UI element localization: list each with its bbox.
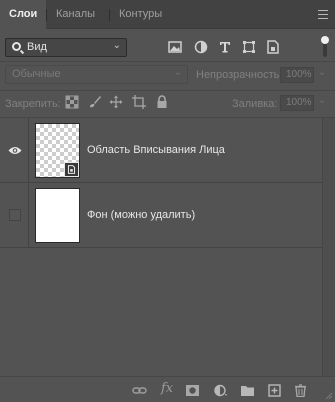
lock-position-icon[interactable] <box>109 95 123 109</box>
divider <box>0 61 335 62</box>
visibility-off-box[interactable] <box>9 209 21 221</box>
chevron-down-icon: ⌄ <box>173 67 182 78</box>
new-layer-icon[interactable] <box>267 384 282 397</box>
chevron-down-icon: ⌄ <box>112 40 121 51</box>
delete-layer-icon[interactable] <box>293 384 308 397</box>
layer-style-fx-icon[interactable]: fx <box>161 381 173 396</box>
opacity-label: Непрозрачность: <box>196 69 283 81</box>
adjustment-layer-filter-icon[interactable] <box>193 39 209 55</box>
smart-object-filter-icon[interactable] <box>265 39 281 55</box>
visibility-cell[interactable] <box>0 118 29 182</box>
tab-paths[interactable]: Контуры <box>110 0 171 29</box>
visibility-cell[interactable] <box>0 183 29 247</box>
panel-menu-icon[interactable] <box>318 10 328 19</box>
layers-bottom-toolbar: fx <box>0 376 335 402</box>
opacity-input[interactable]: 100% <box>280 67 314 83</box>
tab-channels[interactable]: Каналы <box>47 0 104 29</box>
tab-layers[interactable]: Слои <box>0 0 47 30</box>
layers-list: Область Вписывания Лица Фон (можно удали… <box>0 118 322 376</box>
resize-grip-icon[interactable] <box>325 392 333 400</box>
divider <box>0 90 335 91</box>
lock-label: Закрепить: <box>5 98 61 110</box>
add-mask-icon[interactable] <box>185 384 200 397</box>
fill-input[interactable]: 100% <box>280 95 314 111</box>
pixel-layer-filter-icon[interactable] <box>167 39 183 55</box>
lock-artboard-icon[interactable] <box>132 95 146 109</box>
new-adjustment-layer-icon[interactable] <box>213 384 228 397</box>
shape-layer-filter-icon[interactable] <box>241 39 257 55</box>
layer-filter-select[interactable]: Вид ⌄ <box>5 38 127 57</box>
layer-filter-label: Вид <box>27 41 47 53</box>
blend-mode-value: Обычные <box>12 68 61 80</box>
lock-transparent-pixels-icon[interactable] <box>65 95 79 109</box>
lock-image-pixels-icon[interactable] <box>88 95 102 109</box>
layers-scrollbar[interactable] <box>322 118 335 376</box>
panel-tab-bar: Слои Каналы Контуры <box>0 0 335 30</box>
layer-thumbnail <box>35 188 80 243</box>
layer-row[interactable]: Область Вписывания Лица <box>0 118 322 183</box>
layer-row[interactable]: Фон (можно удалить) <box>0 183 322 248</box>
filter-toggle-switch[interactable] <box>321 36 329 57</box>
link-layers-icon[interactable] <box>132 384 147 397</box>
filter-toggle-knob <box>321 36 329 44</box>
layer-name[interactable]: Область Вписывания Лица <box>87 144 225 156</box>
new-group-folder-icon[interactable] <box>240 384 255 397</box>
eye-icon[interactable] <box>8 146 22 155</box>
smart-object-badge-icon <box>64 162 79 177</box>
layer-name[interactable]: Фон (можно удалить) <box>87 209 195 221</box>
lock-all-icon[interactable] <box>155 95 169 109</box>
blend-mode-select[interactable]: Обычные ⌄ <box>5 65 188 84</box>
type-layer-filter-icon[interactable] <box>217 39 233 55</box>
fill-label: Заливка: <box>232 98 278 110</box>
opacity-dropdown-icon[interactable]: ⌄ <box>318 67 326 78</box>
fill-dropdown-icon[interactable]: ⌄ <box>318 95 326 106</box>
search-icon <box>12 42 21 51</box>
